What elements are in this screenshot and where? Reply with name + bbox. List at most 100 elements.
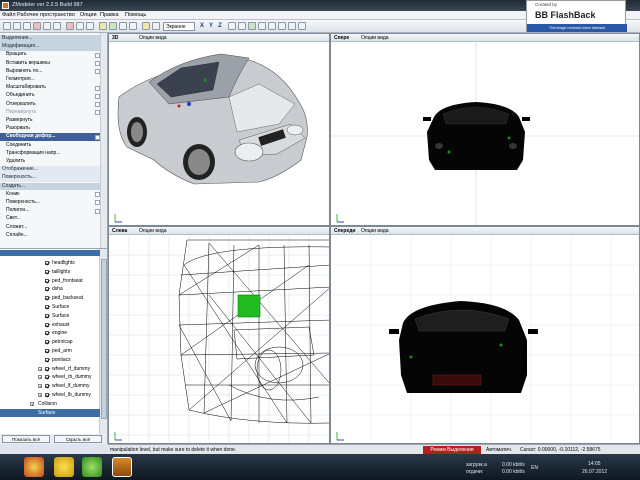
show-all-button[interactable]: Показать всё	[2, 435, 50, 443]
checkbox-icon[interactable]	[45, 322, 49, 327]
tree-row[interactable]: engine	[0, 329, 100, 338]
checkbox-icon[interactable]	[45, 384, 49, 389]
checkbox-icon[interactable]	[45, 366, 49, 371]
tree-row[interactable]: Surface	[0, 408, 100, 418]
camera-icon[interactable]	[152, 22, 160, 30]
undo-icon[interactable]	[43, 22, 51, 30]
panel-item-15[interactable]: Удалить	[0, 158, 107, 166]
checkbox-icon[interactable]	[45, 375, 49, 380]
move-icon[interactable]	[109, 22, 117, 30]
panel-item-20[interactable]: Поверхность...	[0, 199, 107, 207]
auto-mode[interactable]: Автоматич.	[486, 447, 512, 453]
checkbox-icon[interactable]	[45, 349, 49, 353]
fullscreen-icon[interactable]	[298, 22, 306, 30]
panel-item-21[interactable]: Полигон...	[0, 207, 107, 215]
checkbox-icon[interactable]	[45, 313, 49, 318]
panel-item-11[interactable]: Разорвать	[0, 125, 107, 133]
delete-icon[interactable]	[33, 22, 41, 30]
clock-date[interactable]: 26.07.2012	[582, 469, 607, 475]
panel-item-23[interactable]: Сложит...	[0, 224, 107, 232]
rotate-icon[interactable]	[119, 22, 127, 30]
panel-item-14[interactable]: Трансформация напр...	[0, 150, 107, 158]
tree-row[interactable]: + Collision	[0, 400, 100, 409]
expand-icon[interactable]: +	[38, 366, 42, 371]
tree-row-partial[interactable]	[0, 250, 100, 256]
expand-icon[interactable]: +	[38, 393, 42, 398]
tree-row[interactable]: Surface	[0, 312, 100, 321]
fit-icon[interactable]	[288, 22, 296, 30]
checkbox-icon[interactable]	[45, 269, 49, 274]
panel-item-8[interactable]: Отзеркалить	[0, 101, 107, 109]
panel-item-10[interactable]: Развернуть	[0, 117, 107, 125]
viewport-options[interactable]: Опции вида	[139, 35, 167, 41]
tree-row[interactable]: headlights	[0, 259, 100, 268]
panel-item-7[interactable]: Объединить	[0, 92, 107, 100]
checkbox-icon[interactable]	[45, 305, 49, 309]
panel-item-19[interactable]: Коник	[0, 191, 107, 199]
view-mode-select[interactable]: Экранне	[163, 22, 195, 31]
axis-z-button[interactable]: Z	[216, 22, 224, 31]
tree-row[interactable]: Surface	[0, 303, 100, 312]
panel-item-16[interactable]: Отображение...	[0, 166, 107, 174]
menu-help[interactable]: Помощь	[125, 12, 146, 18]
icq-icon[interactable]	[82, 457, 102, 477]
viewport-options[interactable]: Опции вида	[139, 228, 167, 234]
viewport-options[interactable]: Опции вида	[361, 35, 389, 41]
menu-options[interactable]: Опции	[80, 12, 97, 18]
start-orb-icon[interactable]	[24, 457, 44, 477]
hide-all-button[interactable]: Скрыть всё	[54, 435, 102, 443]
panel-item-22[interactable]: Свет...	[0, 215, 107, 223]
tree-row[interactable]: ped_frontseat	[0, 277, 100, 286]
panel-item-0[interactable]: Выделение...	[0, 35, 107, 43]
checkbox-icon[interactable]	[45, 287, 49, 292]
checkbox-icon[interactable]	[45, 261, 49, 265]
expand-icon[interactable]: +	[38, 384, 42, 389]
viewport-3d[interactable]: 3D Опции вида	[108, 33, 330, 226]
viewport-options[interactable]: Опции вида	[361, 228, 389, 234]
expand-icon[interactable]: +	[38, 375, 42, 380]
close-icon[interactable]	[66, 22, 74, 30]
checkbox-icon[interactable]	[45, 278, 49, 283]
axis-y-button[interactable]: Y	[207, 22, 215, 31]
panel-item-17[interactable]: Поверхность...	[0, 174, 107, 182]
select-icon[interactable]	[99, 22, 107, 30]
tree-row[interactable]: ped_backseat	[0, 294, 100, 303]
light-icon[interactable]	[142, 22, 150, 30]
copy-icon[interactable]	[76, 22, 84, 30]
tree-row[interactable]: dsha	[0, 285, 100, 294]
panel-item-4[interactable]: Выровнять по...	[0, 68, 107, 76]
save-icon[interactable]	[23, 22, 31, 30]
checkbox-icon[interactable]	[45, 331, 49, 336]
app-yellow-icon[interactable]	[54, 457, 74, 477]
language-indicator[interactable]: EN	[531, 465, 538, 471]
paste-icon[interactable]	[86, 22, 94, 30]
render-icon[interactable]	[248, 22, 256, 30]
checkbox-icon[interactable]	[45, 296, 49, 301]
panel-scrollbar[interactable]	[100, 33, 107, 248]
checkbox-icon[interactable]	[45, 393, 49, 397]
grid-icon[interactable]	[238, 22, 246, 30]
viewport-left[interactable]: Слева Опции вида	[108, 226, 330, 444]
new-icon[interactable]	[3, 22, 11, 30]
selection-mode-badge[interactable]: Режим Выделения	[423, 446, 481, 454]
tree-row[interactable]: + wheel_lf_dummy	[0, 382, 100, 391]
redo-icon[interactable]	[53, 22, 61, 30]
viewport-back[interactable]: Спереди Опции вида	[330, 226, 640, 444]
panel-item-13[interactable]: Соединить	[0, 142, 107, 150]
zmodeler-task-icon[interactable]	[112, 457, 132, 477]
menu-file[interactable]: Файл	[2, 12, 16, 18]
tree-row[interactable]: + wheel_rb_dummy	[0, 373, 100, 382]
open-icon[interactable]	[13, 22, 21, 30]
panel-item-24[interactable]: Сплайн...	[0, 232, 107, 240]
tree-scrollbar[interactable]	[99, 249, 107, 434]
orbit-icon[interactable]	[278, 22, 286, 30]
panel-item-5[interactable]: Геометрия...	[0, 76, 107, 84]
tree-row[interactable]: petrolcap	[0, 338, 100, 347]
tree-row[interactable]: pontiacs	[0, 356, 100, 365]
panel-item-6[interactable]: Масштабировать	[0, 84, 107, 92]
menu-edit[interactable]: Правка	[100, 12, 119, 18]
tree-row[interactable]: ped_arm	[0, 347, 100, 356]
layout-icon[interactable]	[228, 22, 236, 30]
tree-row[interactable]: + wheel_lb_dummy	[0, 391, 100, 400]
pan-icon[interactable]	[268, 22, 276, 30]
